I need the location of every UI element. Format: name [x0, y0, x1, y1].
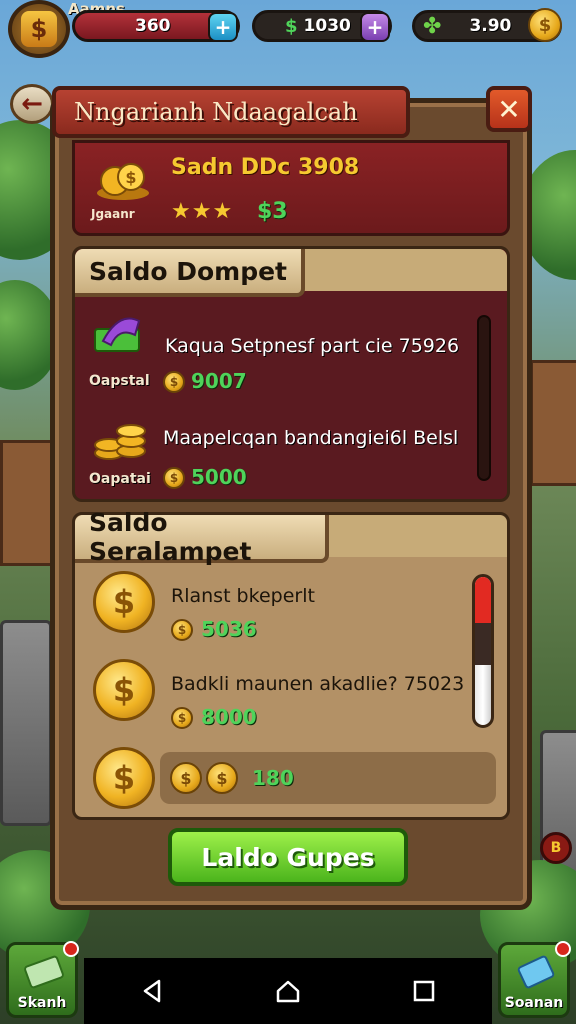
bonus-box: $ $ 180: [160, 752, 496, 804]
plus-icon[interactable]: +: [208, 12, 238, 42]
slider-fill: [475, 577, 491, 623]
gold-coin-icon: $: [93, 659, 155, 721]
dialog-title-bar: Nngarianh Ndaagalcah: [52, 86, 410, 138]
top-hud: $ Aamns 360 + $ 1030 + ✤ 3.90 $: [0, 0, 576, 60]
bottom-right-button[interactable]: Soanan: [498, 941, 571, 1018]
rock: [0, 620, 52, 826]
coin-icon: $: [171, 707, 193, 729]
clover-icon: ✤: [423, 13, 442, 39]
coins-value: 3.90: [469, 16, 512, 36]
primary-action-label: Laldo Gupes: [201, 842, 375, 872]
saving-heading-text: Saldo Seralampet: [89, 508, 252, 566]
coin-icon[interactable]: $: [528, 8, 562, 42]
saving-row-value: 5036: [201, 617, 257, 641]
primary-action-button[interactable]: Laldo Gupes: [168, 828, 408, 886]
coin-icon: $: [163, 467, 185, 489]
coin-stack-icon: [94, 424, 146, 460]
wallet-heading: Saldo Dompet: [75, 249, 305, 297]
notification-dot: [555, 941, 571, 957]
gold-coin-icon: $: [93, 747, 155, 809]
back-button[interactable]: ←: [10, 84, 54, 124]
gold-pile-icon: $: [97, 163, 149, 200]
saving-slider[interactable]: [472, 574, 494, 728]
cash-icon: [24, 955, 64, 989]
nav-home-icon[interactable]: [275, 978, 301, 1004]
star-rating: ★★★: [171, 199, 234, 224]
saving-row-title: Badkli maunen akadlie? 75023: [171, 673, 465, 695]
reward-card: $ Sadn DDc 3908 Jgaanr ★★★ $3: [72, 140, 510, 236]
avatar-dollar-icon: $: [21, 11, 57, 47]
side-badge-button[interactable]: B: [540, 832, 572, 864]
wallet-scrollbar[interactable]: [477, 315, 491, 481]
plus-icon[interactable]: +: [360, 12, 390, 42]
reward-title: Sadn DDc 3908: [171, 155, 360, 180]
bonus-value: 180: [252, 766, 294, 790]
gems-value: 360: [135, 16, 171, 36]
saving-heading: Saldo Seralampet: [75, 508, 329, 566]
wallet-row-value: 9007: [191, 369, 247, 393]
hut: [530, 360, 576, 486]
coin-icon: $: [163, 371, 185, 393]
section-header-band: [327, 515, 507, 557]
wallet-section: Saldo Dompet Oapstal Kaqua Setpnesf part…: [72, 246, 510, 502]
wallet-heading-text: Saldo Dompet: [89, 256, 287, 286]
reward-amount: $3: [257, 199, 288, 224]
dialog-title: Nngarianh Ndaagalcah: [74, 98, 358, 126]
svg-text:$: $: [125, 168, 136, 187]
saving-row-value: 8000: [201, 705, 257, 729]
wallet-row-title: Maapelcqan bandangiei6l Belsl: [163, 427, 459, 449]
bottom-right-label: Soanan: [504, 995, 564, 1011]
nav-back-icon[interactable]: [139, 978, 165, 1004]
reward-caption: Jgaanr: [91, 207, 135, 221]
wallet-row-value: 5000: [191, 465, 247, 489]
close-button[interactable]: ✕: [486, 86, 532, 132]
coin-icon: $: [170, 762, 202, 794]
nav-recents-icon[interactable]: [411, 978, 437, 1004]
notification-dot: [63, 941, 79, 957]
wallet-row-caption: Oapstal: [89, 373, 150, 389]
bottom-left-label: Skanh: [17, 995, 67, 1011]
coin-icon: $: [206, 762, 238, 794]
wallet-row-caption: Oapatai: [89, 471, 151, 487]
cash-bundle-icon: [94, 317, 141, 352]
coin-icon: $: [171, 619, 193, 641]
gold-coin-icon: $: [93, 571, 155, 633]
bottom-left-button[interactable]: Skanh: [6, 941, 79, 1018]
slider-band: [475, 623, 491, 665]
wallet-row-title: Kaqua Setpnesf part cie 75926: [165, 335, 460, 357]
player-avatar[interactable]: $: [8, 0, 70, 58]
saving-row-title: Rlanst bkeperlt: [171, 585, 315, 607]
cash-icon: $: [285, 15, 298, 37]
gem-icon: [517, 955, 555, 989]
system-nav-bar: [84, 958, 492, 1024]
cash-value: 1030: [303, 16, 351, 36]
section-header-band: [303, 249, 507, 291]
